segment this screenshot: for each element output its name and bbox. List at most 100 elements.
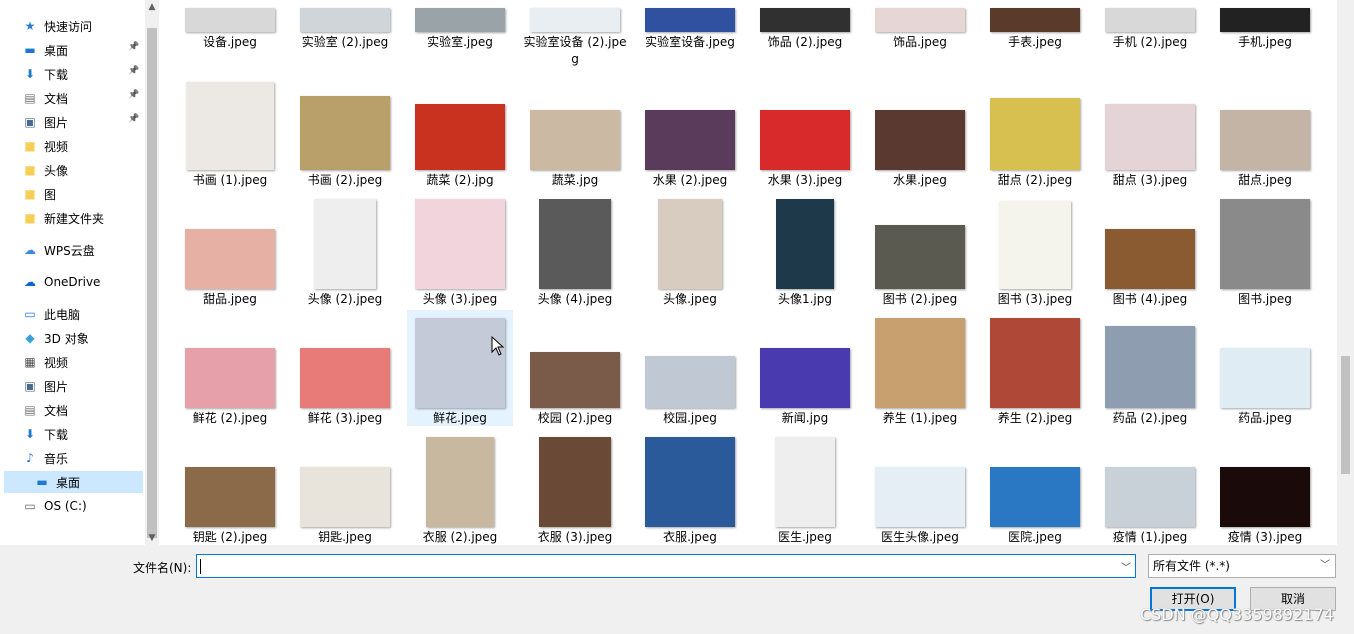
file-item[interactable]: 甜点 (3).jpeg [1097, 72, 1203, 188]
filetype-select[interactable]: 所有文件 (*.*) ﹀ [1148, 554, 1336, 578]
sidebar-item-3[interactable]: ▤ 文档 📌 [22, 87, 142, 109]
sidebar-item-14[interactable]: ▣ 图片 [22, 375, 142, 397]
file-item[interactable]: 实验室 (2).jpeg [292, 0, 398, 50]
file-item[interactable]: 图书 (2).jpeg [867, 191, 973, 307]
file-item[interactable]: 衣服.jpeg [637, 429, 743, 545]
file-item[interactable]: 疫情 (3).jpeg [1212, 429, 1318, 545]
file-item[interactable]: 校园 (2).jpeg [522, 310, 628, 426]
file-item[interactable]: 医生.jpeg [752, 429, 858, 545]
file-item[interactable]: 医院.jpeg [982, 429, 1088, 545]
file-item[interactable]: 图书 (4).jpeg [1097, 191, 1203, 307]
file-thumbnail [1220, 110, 1310, 170]
sidebar-item-15[interactable]: ▤ 文档 [22, 399, 142, 421]
file-item[interactable]: 甜点.jpeg [1212, 72, 1318, 188]
sidebar-item-2[interactable]: ⬇ 下载 📌 [22, 63, 142, 85]
file-item[interactable]: 手机.jpeg [1212, 0, 1318, 50]
file-item[interactable]: 水果.jpeg [867, 72, 973, 188]
file-item[interactable]: 实验室设备 (2).jpeg [522, 0, 628, 66]
sidebar-item-17[interactable]: ♪ 音乐 [22, 447, 142, 469]
file-item[interactable]: 甜点 (2).jpeg [982, 72, 1088, 188]
sidebar-item-19[interactable]: ▭ OS (C:) [22, 495, 142, 517]
file-item[interactable]: 头像 (3).jpeg [407, 191, 513, 307]
sidebar-item-4[interactable]: ▣ 图片 📌 [22, 111, 142, 133]
file-item[interactable]: 实验室设备.jpeg [637, 0, 743, 50]
file-item[interactable]: 钥匙.jpeg [292, 429, 398, 545]
file-thumbnail [300, 348, 390, 408]
file-item[interactable]: 设备.jpeg [177, 0, 283, 50]
file-item[interactable]: 校园.jpeg [637, 310, 743, 426]
chevron-down-icon[interactable]: ﹀ [1121, 559, 1131, 574]
sidebar-item-16[interactable]: ⬇ 下载 [22, 423, 142, 445]
file-item[interactable]: 头像 (4).jpeg [522, 191, 628, 307]
file-item[interactable]: 甜品.jpeg [177, 191, 283, 307]
file-item[interactable]: 饰品.jpeg [867, 0, 973, 50]
file-item[interactable]: 头像1.jpg [752, 191, 858, 307]
file-thumbnail [415, 318, 505, 408]
sidebar-item-13[interactable]: ▦ 视频 [22, 351, 142, 373]
file-item[interactable]: 疫情 (1).jpeg [1097, 429, 1203, 545]
file-item[interactable]: 头像 (2).jpeg [292, 191, 398, 307]
file-item[interactable]: 药品 (2).jpeg [1097, 310, 1203, 426]
file-item[interactable]: 药品.jpeg [1212, 310, 1318, 426]
file-thumbnail [990, 98, 1080, 170]
file-thumbnail [415, 199, 505, 289]
sidebar-item-8[interactable]: ■ 新建文件夹 [22, 207, 142, 229]
sidebar-item-label: 头像 [44, 163, 69, 178]
thumbnail-frame [1101, 0, 1199, 32]
sidebar-item-11[interactable]: ▭ 此电脑 [22, 303, 142, 325]
file-name: 校园 (2).jpeg [537, 411, 613, 425]
file-view-scrollbar[interactable] [1337, 0, 1354, 545]
sidebar-item-0[interactable]: ★ 快速访问 [22, 15, 142, 37]
sidebar-item-12[interactable]: ◆ 3D 对象 [22, 327, 142, 349]
navigation-scrollbar-thumb[interactable] [147, 28, 157, 538]
file-item[interactable]: 蔬菜 (2).jpg [407, 72, 513, 188]
file-name: 鲜花.jpeg [433, 411, 487, 425]
file-item[interactable]: 衣服 (2).jpeg [407, 429, 513, 545]
file-thumbnail [300, 96, 390, 170]
file-item[interactable]: 书画 (1).jpeg [177, 72, 283, 188]
file-item[interactable]: 医生头像.jpeg [867, 429, 973, 545]
scroll-down-arrow-icon[interactable]: ▼ [145, 531, 159, 545]
file-item[interactable]: 鲜花.jpeg [407, 310, 513, 426]
navigation-scrollbar[interactable]: ▲ ▼ [145, 0, 159, 545]
file-item[interactable]: 图书 (3).jpeg [982, 191, 1088, 307]
filename-input[interactable]: ﹀ [196, 554, 1136, 578]
file-item[interactable]: 钥匙 (2).jpeg [177, 429, 283, 545]
file-item[interactable]: 鲜花 (2).jpeg [177, 310, 283, 426]
file-item[interactable]: 水果 (3).jpeg [752, 72, 858, 188]
file-item[interactable]: 蔬菜.jpg [522, 72, 628, 188]
file-thumbnail [185, 348, 275, 408]
file-item[interactable]: 饰品 (2).jpeg [752, 0, 858, 50]
file-item[interactable]: 新闻.jpg [752, 310, 858, 426]
sidebar-item-9[interactable]: ☁ WPS云盘 [22, 239, 142, 261]
file-item[interactable]: 养生 (1).jpeg [867, 310, 973, 426]
file-item[interactable]: 衣服 (3).jpeg [522, 429, 628, 545]
file-item[interactable]: 图书.jpeg [1212, 191, 1318, 307]
file-item[interactable]: 养生 (2).jpeg [982, 310, 1088, 426]
sidebar-item-1[interactable]: ▬ 桌面 📌 [22, 39, 142, 61]
file-thumbnail [875, 110, 965, 170]
scroll-up-arrow-icon[interactable]: ▲ [145, 0, 159, 14]
file-name: 头像 (3).jpeg [422, 292, 498, 306]
file-name: 鲜花 (3).jpeg [307, 411, 383, 425]
file-name: 图书 (2).jpeg [882, 292, 958, 306]
file-item[interactable]: 头像.jpeg [637, 191, 743, 307]
file-item[interactable]: 手机 (2).jpeg [1097, 0, 1203, 50]
thumbnail-frame [526, 310, 624, 408]
file-item[interactable]: 鲜花 (3).jpeg [292, 310, 398, 426]
sidebar-item-18[interactable]: ▬ 桌面 [4, 471, 143, 493]
file-thumbnail [539, 199, 611, 289]
file-item[interactable]: 实验室.jpeg [407, 0, 513, 50]
file-view-scrollbar-thumb[interactable] [1341, 356, 1350, 474]
sidebar-item-6[interactable]: ■ 头像 [22, 159, 142, 181]
thumbnail-frame [526, 0, 624, 32]
sidebar-item-5[interactable]: ■ 视频 [22, 135, 142, 157]
file-thumbnail [530, 352, 620, 408]
sidebar-item-7[interactable]: ■ 图 [22, 183, 142, 205]
file-item[interactable]: 水果 (2).jpeg [637, 72, 743, 188]
sidebar-item-10[interactable]: ☁ OneDrive [22, 271, 142, 293]
file-item[interactable]: 手表.jpeg [982, 0, 1088, 50]
file-item[interactable]: 书画 (2).jpeg [292, 72, 398, 188]
file-thumbnail [300, 8, 390, 32]
file-thumbnail [530, 110, 620, 170]
